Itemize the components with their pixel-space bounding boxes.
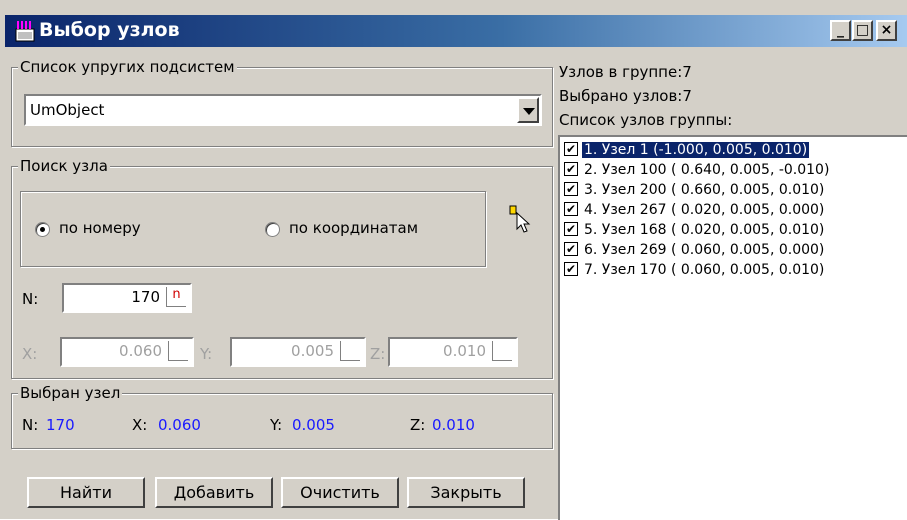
x-coordinate-value: 0.060 — [119, 342, 162, 360]
chevron-down-icon[interactable] — [517, 97, 539, 123]
radio-by-number[interactable] — [35, 222, 50, 237]
checkbox-icon[interactable]: ✔ — [564, 222, 578, 236]
maximize-button[interactable]: □ — [852, 20, 873, 41]
radio-by-coordinates-label[interactable]: по координатам — [289, 219, 418, 237]
search-mode-box: по номеру по координатам — [20, 191, 486, 267]
list-item-label: 2. Узел 100 ( 0.640, 0.005, -0.010) — [584, 162, 830, 178]
list-item[interactable]: ✔ 1. Узел 1 (-1.000, 0.005, 0.010) — [564, 140, 907, 160]
checkbox-icon[interactable]: ✔ — [564, 142, 578, 156]
app-icon — [15, 21, 35, 42]
list-item[interactable]: ✔ 4. Узел 267 ( 0.020, 0.005, 0.000) — [564, 200, 907, 220]
z-coordinate-value: 0.010 — [443, 342, 486, 360]
close-window-button[interactable]: × — [876, 20, 897, 41]
subsystem-selected-value: UmObject — [30, 101, 105, 119]
list-item[interactable]: ✔ 7. Узел 170 ( 0.060, 0.005, 0.010) — [564, 260, 907, 280]
x-label: X: — [22, 345, 38, 363]
group-node-list[interactable]: ✔ 1. Узел 1 (-1.000, 0.005, 0.010) ✔ 2. Уз… — [558, 135, 907, 520]
list-item-label: 7. Узел 170 ( 0.060, 0.005, 0.010) — [584, 262, 825, 278]
checkbox-icon[interactable]: ✔ — [564, 162, 578, 176]
node-number-marker: n — [166, 287, 186, 307]
nodes-selected-count: Выбрано узлов:7 — [559, 87, 692, 105]
list-item-label: 4. Узел 267 ( 0.020, 0.005, 0.000) — [584, 202, 825, 218]
x-coordinate-marker — [168, 341, 188, 361]
list-item-label: 1. Узел 1 (-1.000, 0.005, 0.010) — [582, 142, 810, 158]
node-list-title: Список узлов группы: — [559, 111, 733, 129]
selected-n-value: 170 — [46, 416, 75, 434]
subsystems-legend: Список упругих подсистем — [18, 58, 237, 76]
list-item[interactable]: ✔ 5. Узел 168 ( 0.020, 0.005, 0.010) — [564, 220, 907, 240]
selected-n-label: N: — [22, 416, 39, 434]
radio-by-number-label[interactable]: по номеру — [59, 219, 141, 237]
window-title: Выбор узлов — [39, 19, 180, 41]
node-number-input[interactable]: 170 n — [62, 283, 192, 313]
selected-z-value: 0.010 — [432, 416, 475, 434]
selected-node-group: Выбран узел N: 170 X: 0.060 Y: 0.005 Z: … — [11, 384, 553, 449]
z-coordinate-input[interactable]: 0.010 — [388, 337, 518, 367]
close-button[interactable]: Закрыть — [407, 477, 525, 508]
selected-y-value: 0.005 — [292, 416, 335, 434]
minimize-button[interactable]: _ — [830, 20, 851, 41]
selected-x-value: 0.060 — [158, 416, 201, 434]
find-button[interactable]: Найти — [27, 477, 145, 508]
title-bar[interactable]: Выбор узлов _ □ × — [5, 15, 907, 47]
node-number-value: 170 — [131, 288, 160, 306]
z-coordinate-marker — [492, 341, 512, 361]
selected-y-label: Y: — [270, 416, 283, 434]
selected-node-legend: Выбран узел — [18, 384, 123, 402]
radio-by-coordinates[interactable] — [265, 222, 280, 237]
list-item[interactable]: ✔ 2. Узел 100 ( 0.640, 0.005, -0.010) — [564, 160, 907, 180]
node-search-group: Поиск узла по номеру по координатам N: 1… — [11, 157, 553, 379]
node-selection-window: Выбор узлов _ □ × Список упругих подсист… — [0, 0, 907, 520]
n-label: N: — [22, 290, 39, 308]
x-coordinate-input[interactable]: 0.060 — [60, 337, 194, 367]
subsystem-combobox[interactable]: UmObject — [24, 94, 542, 126]
pick-node-cursor-icon[interactable] — [508, 205, 532, 233]
y-coordinate-value: 0.005 — [291, 342, 334, 360]
checkbox-icon[interactable]: ✔ — [564, 202, 578, 216]
z-label: Z: — [370, 345, 386, 363]
subsystems-group: Список упругих подсистем UmObject — [11, 58, 553, 147]
list-item-label: 3. Узел 200 ( 0.660, 0.005, 0.010) — [584, 182, 825, 198]
clear-button[interactable]: Очистить — [281, 477, 399, 508]
selected-z-label: Z: — [410, 416, 426, 434]
list-item[interactable]: ✔ 6. Узел 269 ( 0.060, 0.005, 0.000) — [564, 240, 907, 260]
list-item-label: 5. Узел 168 ( 0.020, 0.005, 0.010) — [584, 222, 825, 238]
selected-x-label: X: — [132, 416, 148, 434]
y-coordinate-marker — [340, 341, 360, 361]
y-label: Y: — [200, 345, 213, 363]
nodes-in-group-count: Узлов в группе:7 — [559, 63, 692, 81]
list-item[interactable]: ✔ 3. Узел 200 ( 0.660, 0.005, 0.010) — [564, 180, 907, 200]
checkbox-icon[interactable]: ✔ — [564, 242, 578, 256]
search-legend: Поиск узла — [18, 157, 110, 175]
list-item-label: 6. Узел 269 ( 0.060, 0.005, 0.000) — [584, 242, 825, 258]
y-coordinate-input[interactable]: 0.005 — [230, 337, 366, 367]
add-button[interactable]: Добавить — [155, 477, 273, 508]
checkbox-icon[interactable]: ✔ — [564, 262, 578, 276]
checkbox-icon[interactable]: ✔ — [564, 182, 578, 196]
